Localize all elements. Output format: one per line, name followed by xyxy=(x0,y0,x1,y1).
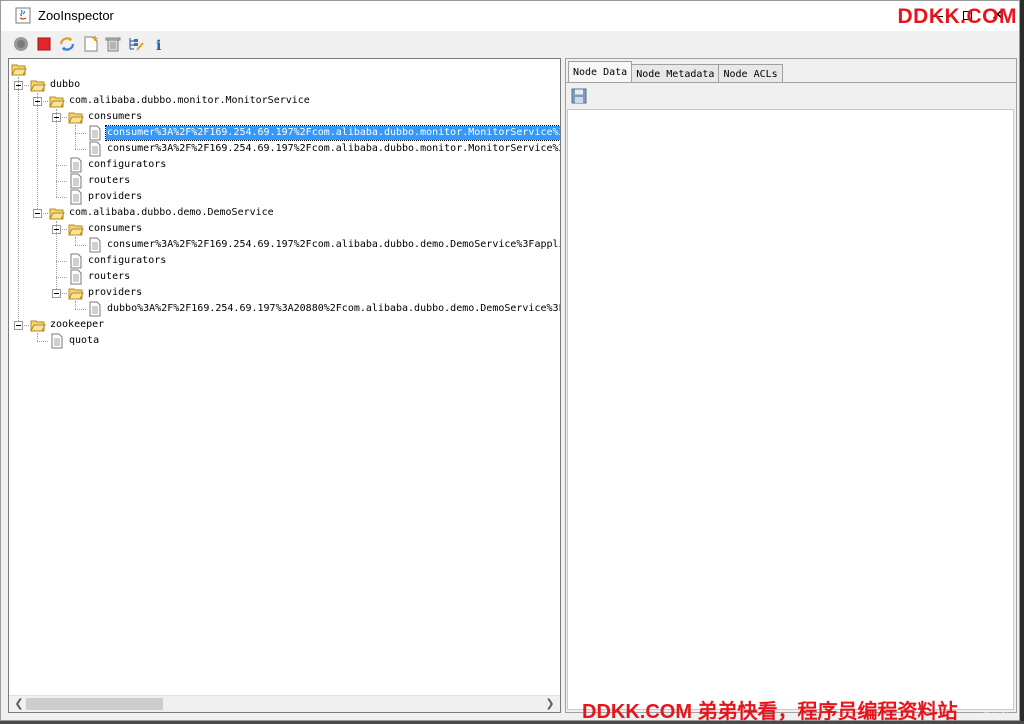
disconnect-icon[interactable] xyxy=(35,35,53,53)
tree-node-label[interactable]: configurators xyxy=(87,254,167,268)
tree-connector xyxy=(75,301,76,309)
scroll-left-icon[interactable]: ❮ xyxy=(11,696,27,712)
tree-connector xyxy=(56,181,67,182)
tree-connector xyxy=(56,261,67,262)
tree-connector xyxy=(56,277,67,278)
tree-node-label[interactable]: dubbo%3A%2F%2F169.254.69.197%3A20880%2Fc… xyxy=(106,302,560,316)
background-desktop-strip xyxy=(1020,0,1024,721)
tree-connector xyxy=(56,221,57,293)
zooinspector-window: ZooInspector ✕ DDKK.COM i dubbo com.alib… xyxy=(0,0,1020,721)
folder-open-icon xyxy=(49,205,65,221)
folder-open-icon xyxy=(30,317,46,333)
tree-connector xyxy=(37,93,38,213)
file-icon xyxy=(68,157,84,173)
collapse-toggle-icon[interactable] xyxy=(14,321,23,330)
folder-open-icon xyxy=(68,109,84,125)
tree-node-label[interactable]: routers xyxy=(87,174,131,188)
folder-open-icon xyxy=(68,285,84,301)
tree-connector xyxy=(37,341,48,342)
folder-open-icon xyxy=(49,93,65,109)
folder-open-icon xyxy=(68,221,84,237)
tree-connector xyxy=(37,333,38,341)
tree-horizontal-scrollbar[interactable]: ❮ ❯ xyxy=(9,695,560,712)
node-tree[interactable]: dubbo com.alibaba.dubbo.monitor.MonitorSe… xyxy=(9,59,560,695)
scroll-right-icon[interactable]: ❯ xyxy=(542,696,558,712)
collapse-toggle-icon[interactable] xyxy=(52,289,61,298)
file-icon xyxy=(87,301,103,317)
tree-node-label[interactable]: consumer%3A%2F%2F169.254.69.197%2Fcom.al… xyxy=(106,142,560,156)
tab-underline xyxy=(566,82,1016,83)
tree-connector xyxy=(75,125,76,149)
tree-connector xyxy=(18,77,19,325)
scrollbar-thumb[interactable] xyxy=(26,698,163,710)
java-app-icon xyxy=(15,7,31,24)
tree-node-label[interactable]: routers xyxy=(87,270,131,284)
window-title: ZooInspector xyxy=(38,8,114,23)
details-tabs: Node Data Node Metadata Node ACLs xyxy=(568,61,783,83)
tree-node-label[interactable]: zookeeper xyxy=(49,318,105,332)
background-status-text: Tab Size xyxy=(983,711,1018,721)
node-tree-panel: dubbo com.alibaba.dubbo.monitor.MonitorSe… xyxy=(8,58,561,713)
folder-open-icon xyxy=(30,77,46,93)
refresh-icon[interactable] xyxy=(58,35,76,53)
file-icon xyxy=(87,141,103,157)
tab-node-data[interactable]: Node Data xyxy=(568,61,633,82)
toolbar: i xyxy=(1,31,1019,57)
file-icon xyxy=(49,333,65,349)
tree-node-label[interactable]: consumers xyxy=(87,110,143,124)
tree-node-label[interactable]: com.alibaba.dubbo.monitor.MonitorService xyxy=(68,94,311,108)
tree-connector xyxy=(75,133,86,134)
tree-connector xyxy=(56,165,67,166)
file-icon xyxy=(68,269,84,285)
add-node-icon[interactable] xyxy=(82,35,100,53)
tree-connector xyxy=(75,309,86,310)
collapse-toggle-icon[interactable] xyxy=(33,209,42,218)
tree-connector xyxy=(56,109,57,197)
tab-node-metadata[interactable]: Node Metadata xyxy=(631,64,720,83)
node-viewers-icon[interactable] xyxy=(127,35,145,53)
tree-node-label[interactable]: consumer%3A%2F%2F169.254.69.197%2Fcom.al… xyxy=(106,238,560,252)
file-icon xyxy=(68,189,84,205)
file-icon xyxy=(68,253,84,269)
node-details-panel: Node Data Node Metadata Node ACLs xyxy=(565,58,1017,713)
tree-node-label[interactable]: consumers xyxy=(87,222,143,236)
watermark-top: DDKK.COM xyxy=(897,5,1017,28)
tree-node-label[interactable]: quota xyxy=(68,334,100,348)
trash-icon[interactable] xyxy=(104,35,122,53)
tree-node-label[interactable]: providers xyxy=(87,190,143,204)
tree-node-label[interactable]: configurators xyxy=(87,158,167,172)
watermark-bottom: DDKK.COM 弟弟快看，程序员编程资料站 xyxy=(582,701,958,723)
file-icon xyxy=(87,237,103,253)
title-bar[interactable]: ZooInspector ✕ DDKK.COM xyxy=(1,1,1019,31)
tree-node-label[interactable]: dubbo xyxy=(49,78,81,92)
tree-node-label[interactable]: com.alibaba.dubbo.demo.DemoService xyxy=(68,206,275,220)
tab-node-acls[interactable]: Node ACLs xyxy=(718,64,783,83)
connect-icon[interactable] xyxy=(12,35,30,53)
folder-open-icon xyxy=(11,61,27,77)
file-icon xyxy=(87,125,103,141)
svg-text:i: i xyxy=(156,38,161,53)
tree-connector xyxy=(56,197,67,198)
node-data-textarea[interactable] xyxy=(567,109,1014,710)
tree-node-label[interactable]: consumer%3A%2F%2F169.254.69.197%2Fcom.al… xyxy=(105,125,560,141)
tree-connector xyxy=(75,245,86,246)
info-icon[interactable]: i xyxy=(150,35,168,53)
tree-connector xyxy=(75,149,86,150)
file-icon xyxy=(68,173,84,189)
tree-connector xyxy=(75,237,76,245)
tree-node-label[interactable]: providers xyxy=(87,286,143,300)
save-icon[interactable] xyxy=(571,88,587,104)
